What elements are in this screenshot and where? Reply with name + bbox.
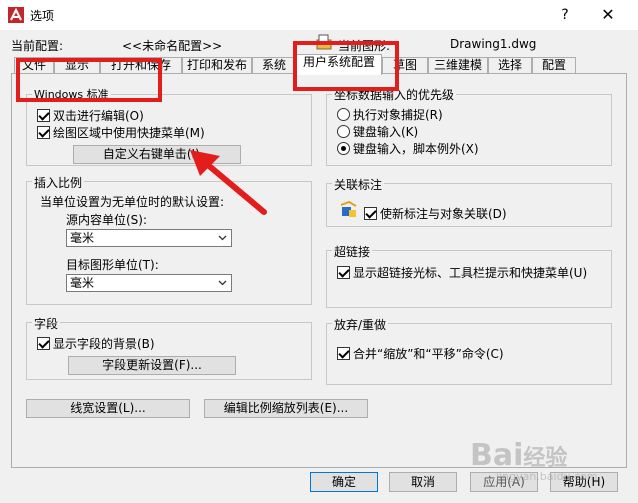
annotation-arrow-icon <box>190 150 267 215</box>
current-profile-value: <<未命名配置>> <box>122 39 223 53</box>
window-title: 选项 <box>30 9 55 23</box>
autocad-app-icon <box>8 7 24 23</box>
tab-system[interactable]: 系统 <box>252 57 296 74</box>
make-associative-label: 使新标注与对象关联(D) <box>380 207 507 221</box>
show-field-background-checkbox[interactable]: 显示字段的背景(B) <box>37 335 155 352</box>
target-units-value: 毫米 <box>70 276 95 290</box>
shortcut-menu-checkbox[interactable]: 绘图区域中使用快捷菜单(M) <box>37 124 205 141</box>
edit-scale-list-button[interactable]: 编辑比例缩放列表(E)... <box>204 399 368 418</box>
associative-dimension-title: 关联标注 <box>332 176 385 193</box>
make-associative-checkbox[interactable]: 使新标注与对象关联(D) <box>364 205 507 222</box>
checkbox-checked-icon <box>37 337 50 350</box>
undo-redo-title: 放弃/重做 <box>332 316 389 333</box>
combine-zoom-pan-label: 合并“缩放”和“平移”命令(C) <box>353 347 504 361</box>
show-field-background-label: 显示字段的背景(B) <box>53 337 155 351</box>
radio-unselected-icon <box>337 125 350 138</box>
double-click-edit-checkbox[interactable]: 双击进行编辑(O) <box>37 107 144 124</box>
watermark-url: jingyan.baidu.com <box>496 470 598 483</box>
chevron-down-icon <box>218 235 227 241</box>
current-profile-label: 当前配置: <box>11 39 64 53</box>
help-button[interactable]: ? <box>553 5 577 25</box>
fields-title: 字段 <box>32 315 61 332</box>
target-units-label: 目标图形单位(T): <box>66 258 159 272</box>
double-click-edit-label: 双击进行编辑(O) <box>53 109 144 123</box>
source-units-select[interactable]: 毫米 <box>66 229 232 247</box>
field-update-settings-button[interactable]: 字段更新设置(F)... <box>68 356 236 375</box>
insert-scale-title: 插入比例 <box>32 174 85 191</box>
tab-profiles[interactable]: 配置 <box>532 57 576 74</box>
keyboard-entry-radio[interactable]: 键盘输入(K) <box>337 123 418 140</box>
radio-unselected-icon <box>337 108 350 121</box>
running-osnap-radio[interactable]: 执行对象捕捉(R) <box>337 106 443 123</box>
watermark-brand2-text: 经验 <box>523 446 568 471</box>
tab-3d-modeling[interactable]: 三维建模 <box>428 57 488 74</box>
checkbox-checked-icon <box>37 109 50 122</box>
running-osnap-label: 执行对象捕捉(R) <box>353 108 443 122</box>
source-units-value: 毫米 <box>70 231 95 245</box>
checkbox-checked-icon <box>337 266 350 279</box>
chevron-down-icon <box>218 280 227 286</box>
annotation-box-user-preferences-tab <box>293 41 399 91</box>
show-hyperlink-cursor-label: 显示超链接光标、工具栏提示和快捷菜单(U) <box>353 266 588 280</box>
title-bar <box>0 0 638 30</box>
show-hyperlink-cursor-checkbox[interactable]: 显示超链接光标、工具栏提示和快捷菜单(U) <box>337 264 587 281</box>
cancel-button[interactable]: 取消 <box>389 472 457 492</box>
watermark-brand: Bai经验 <box>470 438 567 473</box>
target-units-select[interactable]: 毫米 <box>66 274 232 292</box>
hyperlink-title: 超链接 <box>332 243 373 260</box>
checkbox-checked-icon <box>337 347 350 360</box>
combine-zoom-pan-checkbox[interactable]: 合并“缩放”和“平移”命令(C) <box>337 345 504 362</box>
checkbox-checked-icon <box>37 126 50 139</box>
checkbox-checked-icon <box>364 207 377 220</box>
close-button[interactable]: ✕ <box>595 4 621 26</box>
watermark-brand-text: Bai <box>470 438 524 473</box>
ok-button[interactable]: 确定 <box>310 472 378 492</box>
tab-plot-publish[interactable]: 打印和发布 <box>182 57 252 74</box>
source-units-label: 源内容单位(S): <box>66 213 148 227</box>
shortcut-menu-label: 绘图区域中使用快捷菜单(M) <box>53 126 205 140</box>
tab-selection[interactable]: 选择 <box>488 57 532 74</box>
keyboard-entry-label: 键盘输入(K) <box>353 125 419 139</box>
lineweight-settings-button[interactable]: 线宽设置(L)... <box>26 399 190 418</box>
radio-selected-icon <box>337 142 350 155</box>
keyboard-except-scripts-label: 键盘输入，脚本例外(X) <box>353 142 479 156</box>
current-drawing-value: Drawing1.dwg <box>450 37 537 51</box>
keyboard-except-scripts-radio[interactable]: 键盘输入，脚本例外(X) <box>337 140 479 157</box>
annotation-box-windows-standard <box>16 58 162 102</box>
associative-dimension-icon <box>340 200 358 219</box>
